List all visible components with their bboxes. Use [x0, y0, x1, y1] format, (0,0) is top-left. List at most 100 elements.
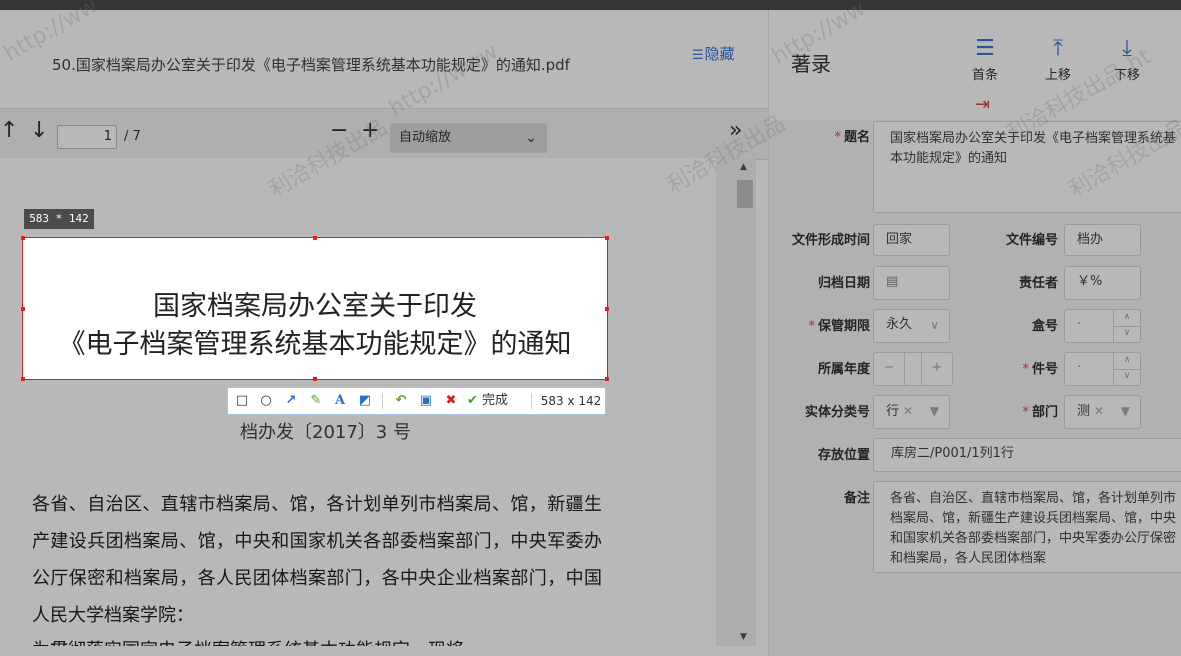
resize-handle[interactable] — [21, 236, 25, 240]
save-icon[interactable]: ▣ — [417, 391, 435, 411]
move-down-label: 下移 — [1113, 68, 1140, 83]
size-readout: 583 x 142 — [540, 394, 602, 408]
clear-icon[interactable]: ✕ — [1094, 404, 1104, 418]
ellipse-icon[interactable]: ○ — [257, 391, 275, 411]
item-number-input[interactable]: · ∧ ∨ — [1064, 352, 1141, 386]
label-retention: * 保管期限 — [808, 319, 870, 334]
pdf-scrollbar[interactable]: ▲ ▼ — [736, 158, 756, 646]
first-record-button[interactable]: ☰ 首条 — [962, 36, 1008, 83]
move-up-button[interactable]: ⤒ 上移 — [1035, 36, 1081, 83]
dept-value: 测 — [1077, 404, 1091, 419]
box-number-value: · — [1077, 317, 1082, 332]
scrollbar-thumb[interactable] — [737, 180, 753, 208]
chevron-down-icon: ∨ — [930, 318, 939, 332]
mosaic-icon[interactable]: ◩ — [356, 391, 374, 411]
pdf-filename: 50.国家档案局办公室关于印发《电子档案管理系统基本功能规定》的通知.pdf — [52, 56, 570, 74]
move-up-label: 上移 — [1044, 68, 1071, 83]
text-icon[interactable]: A — [331, 391, 349, 411]
increment-icon: ∧ — [1114, 310, 1140, 327]
page-number-input[interactable]: 1 — [57, 125, 117, 149]
scroll-down-icon[interactable]: ▼ — [740, 632, 747, 642]
hide-button[interactable]: ☰隐藏 — [692, 43, 735, 64]
doc-title-line1: 国家档案局办公室关于印发 — [153, 291, 477, 322]
capture-selection-box[interactable]: 国家档案局办公室关于印发 《电子档案管理系统基本功能规定》的通知 — [21, 236, 609, 381]
label-responsible: 责任者 — [1018, 276, 1058, 291]
toolbar-divider — [531, 393, 532, 409]
resize-handle[interactable] — [313, 236, 317, 240]
label-remarks: 备注 — [843, 491, 870, 506]
label-archive-date: 归档日期 — [817, 276, 870, 291]
more-tools-icon[interactable]: » — [729, 119, 742, 143]
doc-number: 档办发〔2017〕3 号 — [240, 422, 411, 443]
catalog-panel: 著录 ☰ 首条 ⤒ 上移 ⤓ 下移 ⇥ * 题名 国家档案局办公室关于印发《电子档… — [768, 10, 1181, 656]
annotation-toolbar: □ ○ ↗ ✎ A ◩ ↶ ▣ ✖ ✔ 完成 583 x 142 — [227, 387, 606, 415]
decrement-icon: ∨ — [1123, 371, 1131, 381]
caret-down-icon: ▼ — [929, 404, 939, 418]
collapse-icon: ☰ — [692, 48, 704, 63]
caret-down-icon: ▼ — [1120, 404, 1130, 418]
catalog-form: * 题名 国家档案局办公室关于印发《电子档案管理系统基本功能规定》的通知 文件形成… — [769, 120, 1181, 656]
scroll-up-icon[interactable]: ▲ — [740, 162, 747, 172]
calendar-icon: ▤ — [886, 274, 899, 289]
title-field[interactable]: 国家档案局办公室关于印发《电子档案管理系统基本功能规定》的通知 — [873, 121, 1181, 213]
resize-handle[interactable] — [605, 236, 609, 240]
arrow-icon[interactable]: ↗ — [282, 391, 300, 411]
label-entity-class: 实体分类号 — [804, 405, 870, 420]
label-year: 所属年度 — [817, 362, 870, 377]
doc-title-line2: 《电子档案管理系统基本功能规定》的通知 — [58, 329, 572, 360]
increment-icon: ∧ — [1114, 353, 1140, 370]
exit-icon[interactable]: ⇥ — [975, 94, 990, 115]
responsible-field[interactable]: ￥% — [1064, 266, 1141, 300]
zoom-select-value: 自动缩放 — [399, 130, 452, 145]
item-stepper[interactable]: ∧ ∨ — [1113, 353, 1140, 385]
doc-next-line: 为贯彻落实国家电子档案管理系统基本功能规定，现将 — [32, 636, 464, 646]
zoom-out-icon[interactable]: − — [330, 119, 348, 143]
move-up-icon: ⤒ — [1053, 36, 1063, 61]
move-down-button[interactable]: ⤓ 下移 — [1104, 36, 1150, 83]
box-stepper[interactable]: ∧ ∨ — [1113, 310, 1140, 342]
year-stepper[interactable]: − + — [873, 352, 953, 386]
move-down-icon: ⤓ — [1122, 36, 1132, 61]
done-button[interactable]: ✔ 完成 — [467, 391, 523, 411]
page-down-icon[interactable]: ↓ — [30, 119, 48, 143]
toolbar-divider — [382, 393, 383, 409]
retention-select[interactable]: 永久 ∨ — [873, 309, 950, 343]
page-up-icon[interactable]: ↑ — [0, 119, 18, 143]
label-dept: * 部门 — [1022, 405, 1058, 420]
label-form-time: 文件形成时间 — [791, 233, 870, 248]
decrement-icon: ∨ — [1123, 328, 1131, 338]
retention-value: 永久 — [886, 317, 913, 332]
resize-handle[interactable] — [605, 377, 609, 381]
remarks-field[interactable]: 各省、自治区、直辖市档案局、馆，各计划单列市档案局、馆，新疆生产建设兵团档案局、… — [873, 481, 1181, 573]
plus-icon[interactable]: + — [921, 353, 952, 385]
rectangle-icon[interactable]: □ — [233, 391, 251, 411]
undo-icon[interactable]: ↶ — [392, 391, 410, 411]
entity-class-select[interactable]: 行 ✕ ▼ — [873, 395, 950, 429]
label-location: 存放位置 — [817, 448, 870, 463]
resize-handle[interactable] — [313, 377, 317, 381]
first-record-icon: ☰ — [975, 36, 995, 61]
catalog-title: 著录 — [791, 52, 831, 76]
label-item-no: * 件号 — [1022, 362, 1058, 377]
done-label: 完成 — [482, 393, 509, 408]
label-box: 盒号 — [1031, 319, 1058, 334]
entity-class-value: 行 — [886, 404, 900, 419]
minus-icon[interactable]: − — [874, 353, 905, 385]
box-number-input[interactable]: · ∧ ∨ — [1064, 309, 1141, 343]
clear-icon[interactable]: ✕ — [903, 404, 913, 418]
doc-no-field[interactable]: 档办 — [1064, 224, 1141, 256]
resize-handle[interactable] — [21, 377, 25, 381]
hide-label: 隐藏 — [704, 45, 735, 63]
label-title: * 题名 — [834, 130, 870, 145]
first-record-label: 首条 — [971, 68, 998, 83]
location-field[interactable]: 库房二/P001/1列1行 — [873, 438, 1181, 472]
archive-date-field[interactable]: ▤ — [873, 266, 950, 300]
form-time-field[interactable]: 回家 — [873, 224, 950, 256]
dept-select[interactable]: 测 ✕ ▼ — [1064, 395, 1141, 429]
zoom-in-icon[interactable]: + — [361, 119, 379, 143]
pen-icon[interactable]: ✎ — [307, 391, 325, 411]
pdf-toolbar: ↑ ↓ 1 / 7 − + 自动缩放 ⌄ » — [0, 108, 768, 160]
zoom-select[interactable]: 自动缩放 ⌄ — [390, 123, 547, 153]
doc-body-text: 各省、自治区、直辖市档案局、馆，各计划单列市档案局、馆，新疆生产建设兵团档案局、… — [32, 494, 602, 626]
cancel-icon[interactable]: ✖ — [442, 391, 460, 411]
